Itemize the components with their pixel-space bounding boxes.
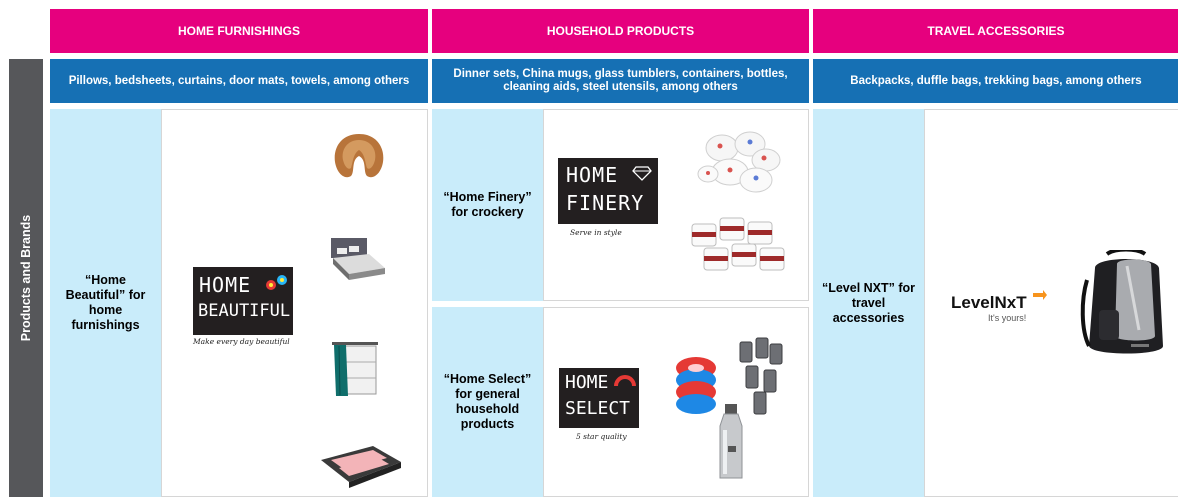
logo-line1: HOME xyxy=(199,273,252,297)
brand-label-home-select: “Home Select” for general household prod… xyxy=(432,307,543,497)
logo-line1: HOME xyxy=(565,372,609,393)
subheader-home-furnishings: Pillows, bedsheets, curtains, door mats,… xyxy=(50,59,428,103)
home-beautiful-tagline: Make every day beautiful xyxy=(193,337,290,346)
level-nxt-logo: LevelNxT xyxy=(951,293,1027,312)
logo-line2: SELECT xyxy=(565,398,631,419)
side-label-bar: Products and Brands xyxy=(9,59,43,497)
logo-line1: HOME xyxy=(566,163,619,187)
logo-line2: FINERY xyxy=(566,191,645,215)
brand-label-level-nxt: “Level NXT” for travel accessories xyxy=(813,109,924,497)
home-beautiful-logo: HOME BEAUTIFUL xyxy=(193,267,293,335)
level-nxt-tagline: It's yours! xyxy=(988,313,1027,323)
backpack-icon xyxy=(1080,250,1163,354)
steel-bottle-icon xyxy=(719,404,743,479)
brand-label-home-beautiful: “Home Beautiful” for home furnishings xyxy=(50,109,161,497)
neck-pillow-icon xyxy=(334,134,384,178)
curtain-icon xyxy=(332,342,378,396)
home-finery-logo: HOME FINERY xyxy=(558,158,658,224)
bed-icon xyxy=(331,238,385,280)
scrub-pads-icon xyxy=(676,357,716,414)
dinner-set-icon xyxy=(697,131,781,193)
flower-icon xyxy=(266,275,287,290)
subheader-travel-accessories: Backpacks, duffle bags, trekking bags, a… xyxy=(813,59,1178,103)
brand-pane-home-select: HOME SELECT 5 star quality xyxy=(543,307,809,497)
door-mat-icon xyxy=(321,446,401,488)
brand-label-home-finery: “Home Finery” for crockery xyxy=(432,109,543,301)
home-select-logo: HOME SELECT xyxy=(559,368,639,428)
brand-pane-level-nxt: LevelNxT It's yours! xyxy=(924,109,1178,497)
brand-pane-home-beautiful: HOME BEAUTIFUL Make every day beautiful xyxy=(161,109,428,497)
home-select-tagline: 5 star quality xyxy=(576,432,627,441)
arrow-mark-icon xyxy=(1033,290,1047,300)
mugs-icon xyxy=(691,217,785,271)
home-finery-tagline: Serve in style xyxy=(570,228,622,237)
subheader-household-products: Dinner sets, China mugs, glass tumblers,… xyxy=(432,59,809,103)
diamond-icon xyxy=(632,166,652,181)
header-household-products: HOUSEHOLD PRODUCTS xyxy=(432,9,809,53)
header-home-furnishings: HOME FURNISHINGS xyxy=(50,9,428,53)
logo-line2: BEAUTIFUL xyxy=(198,301,291,321)
side-label: Products and Brands xyxy=(19,214,33,342)
brand-pane-home-finery: HOME FINERY Serve in style xyxy=(543,109,809,301)
star-arc-icon xyxy=(614,375,636,387)
header-travel-accessories: TRAVEL ACCESSORIES xyxy=(813,9,1178,53)
